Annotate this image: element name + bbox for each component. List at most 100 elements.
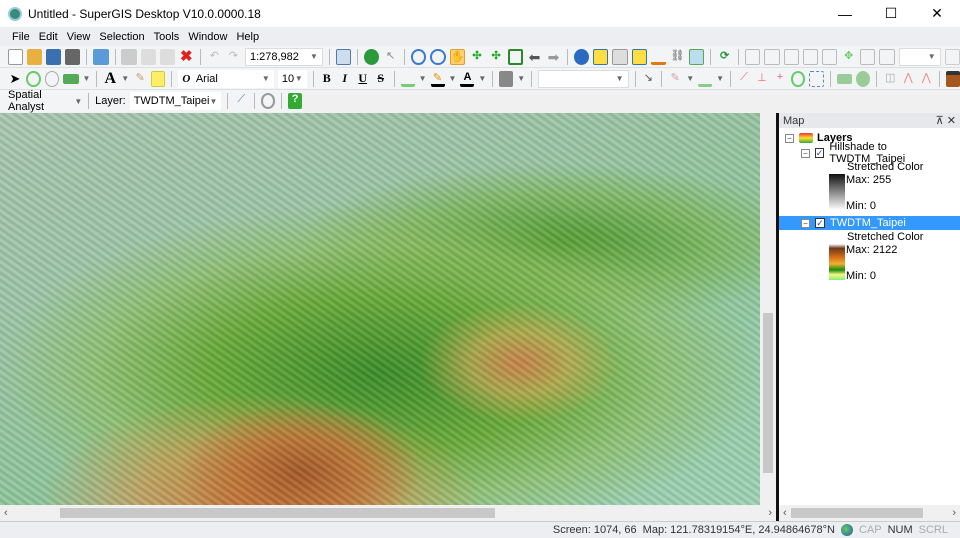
- circle-feature-icon[interactable]: [856, 70, 871, 87]
- layer-visibility-checkbox[interactable]: ✓: [815, 218, 825, 228]
- whats-this-icon[interactable]: ↖: [383, 49, 398, 65]
- maximize-button[interactable]: ☐: [868, 0, 914, 27]
- sketch-icon[interactable]: ✎: [668, 71, 682, 87]
- histogram-icon[interactable]: ⟋: [234, 93, 248, 109]
- panel-close-icon[interactable]: ✕: [947, 115, 956, 127]
- font-combo[interactable]: O Arial ▼: [178, 69, 274, 88]
- perpendicular-icon[interactable]: ⊥: [755, 71, 769, 87]
- layout-fixed-out-icon[interactable]: [821, 48, 838, 65]
- line-color-icon[interactable]: ✎: [430, 71, 445, 87]
- rectangle-icon[interactable]: [62, 73, 79, 84]
- callout-icon[interactable]: [151, 70, 166, 87]
- scale-combo[interactable]: 1:278,982 ▼: [244, 47, 323, 66]
- select-features-icon[interactable]: [593, 48, 609, 65]
- add-data-icon[interactable]: [93, 48, 109, 65]
- reshape-icon[interactable]: [809, 70, 824, 87]
- pin-icon[interactable]: ⊼: [936, 115, 944, 127]
- animation-icon[interactable]: [499, 70, 514, 87]
- font-size-combo[interactable]: 10 ▼: [277, 69, 307, 88]
- open-icon[interactable]: [27, 48, 43, 65]
- refresh-icon[interactable]: ⟳: [717, 49, 732, 65]
- layout-zoom-in-icon[interactable]: [745, 48, 761, 65]
- python-icon[interactable]: [335, 48, 352, 65]
- map-view[interactable]: [0, 113, 760, 505]
- italic-button[interactable]: I: [338, 71, 352, 86]
- fixed-zoom-in-icon[interactable]: ✣: [469, 49, 484, 65]
- target-layer-combo[interactable]: ▼: [538, 69, 629, 88]
- rotate-feature-icon[interactable]: [790, 70, 806, 87]
- minimize-button[interactable]: —: [822, 0, 868, 27]
- intersect-icon[interactable]: +: [773, 71, 787, 87]
- edit-tool-icon[interactable]: ↘: [641, 71, 655, 87]
- forward-icon[interactable]: ➡: [546, 49, 561, 65]
- strikethrough-button[interactable]: S: [374, 71, 388, 86]
- menu-file[interactable]: File: [12, 31, 30, 43]
- menu-window[interactable]: Window: [188, 31, 227, 43]
- layout-pan-icon[interactable]: [783, 48, 799, 65]
- layout-back-icon[interactable]: [860, 48, 876, 65]
- layer-item-hillshade[interactable]: − ✓ Hillshade to TWDTM_Taipei: [779, 141, 960, 165]
- layout-zoom-combo[interactable]: ▼: [898, 47, 941, 66]
- zoom-to-element-icon[interactable]: [44, 70, 59, 87]
- font-size-value: 10: [281, 72, 295, 85]
- merge-icon[interactable]: ⋀: [901, 71, 915, 87]
- bold-button[interactable]: B: [320, 71, 334, 86]
- menu-help[interactable]: Help: [236, 31, 259, 43]
- text-tool[interactable]: A: [103, 70, 117, 88]
- zoom-in-icon[interactable]: [411, 48, 427, 65]
- redo-icon[interactable]: ↷: [226, 49, 241, 65]
- layout-forward-icon[interactable]: [879, 48, 895, 65]
- find-icon[interactable]: [631, 48, 647, 65]
- layer-item-twdtm[interactable]: − ✓ TWDTM_Taipei: [779, 216, 960, 230]
- font-color-icon[interactable]: A: [460, 71, 475, 87]
- spatial-help-icon[interactable]: ?: [288, 93, 302, 109]
- rectangle-feature-icon[interactable]: [836, 73, 853, 84]
- zoom-out-icon[interactable]: [430, 48, 446, 65]
- fixed-zoom-out-icon[interactable]: ✣: [489, 49, 504, 65]
- layout-page-icon[interactable]: [944, 48, 960, 65]
- layout-zoom-out-icon[interactable]: [764, 48, 780, 65]
- underline-button[interactable]: U: [356, 71, 370, 86]
- raster-calculator-icon[interactable]: [260, 93, 276, 109]
- close-button[interactable]: ✕: [914, 0, 960, 27]
- new-icon[interactable]: [8, 48, 24, 65]
- save-icon[interactable]: [46, 48, 62, 65]
- rotate-icon[interactable]: [26, 70, 41, 87]
- layout-move-icon[interactable]: ✥: [841, 49, 856, 65]
- split-line-icon[interactable]: ⟋: [737, 71, 751, 87]
- pan-icon[interactable]: ✋: [449, 48, 466, 65]
- panel-horizontal-scrollbar[interactable]: ‹ ›: [779, 505, 960, 521]
- help-icon[interactable]: [363, 48, 380, 65]
- union-icon[interactable]: ⋀: [919, 71, 933, 87]
- trace-icon[interactable]: [698, 71, 713, 87]
- edit-vertices-icon[interactable]: ✎: [133, 71, 147, 87]
- print-icon[interactable]: [65, 48, 81, 65]
- measure-icon[interactable]: [650, 49, 666, 65]
- layout-fixed-in-icon[interactable]: [802, 48, 818, 65]
- copy-icon[interactable]: [140, 48, 156, 65]
- layer-combo[interactable]: TWDTM_Taipei ▼: [129, 92, 222, 110]
- num-lock-indicator: NUM: [887, 524, 913, 536]
- menu-selection[interactable]: Selection: [99, 31, 144, 43]
- clear-selection-icon[interactable]: [612, 48, 628, 65]
- map-vertical-scrollbar[interactable]: [760, 113, 776, 505]
- full-extent-icon[interactable]: [507, 48, 523, 65]
- layer-visibility-checkbox[interactable]: ✓: [814, 148, 825, 158]
- identify-icon[interactable]: [574, 48, 590, 65]
- delete-icon[interactable]: ✖: [179, 48, 194, 65]
- cut-icon[interactable]: [121, 48, 137, 65]
- menu-edit[interactable]: Edit: [39, 31, 58, 43]
- menu-tools[interactable]: Tools: [154, 31, 180, 43]
- paste-icon[interactable]: [159, 48, 175, 65]
- toolbox-icon[interactable]: [946, 70, 960, 87]
- mirror-icon[interactable]: ◫: [883, 71, 897, 87]
- magnifier-icon[interactable]: [688, 48, 705, 65]
- undo-icon[interactable]: ↶: [207, 49, 222, 65]
- hyperlink-icon[interactable]: ⛓: [670, 49, 685, 65]
- fill-color-icon[interactable]: [400, 71, 415, 87]
- menu-view[interactable]: View: [67, 31, 91, 43]
- map-horizontal-scrollbar[interactable]: ‹ ›: [0, 505, 776, 521]
- back-icon[interactable]: ⬅: [527, 49, 542, 65]
- spatial-analyst-menu[interactable]: Spatial Analyst: [8, 89, 70, 113]
- select-element-icon[interactable]: ➤: [8, 71, 22, 87]
